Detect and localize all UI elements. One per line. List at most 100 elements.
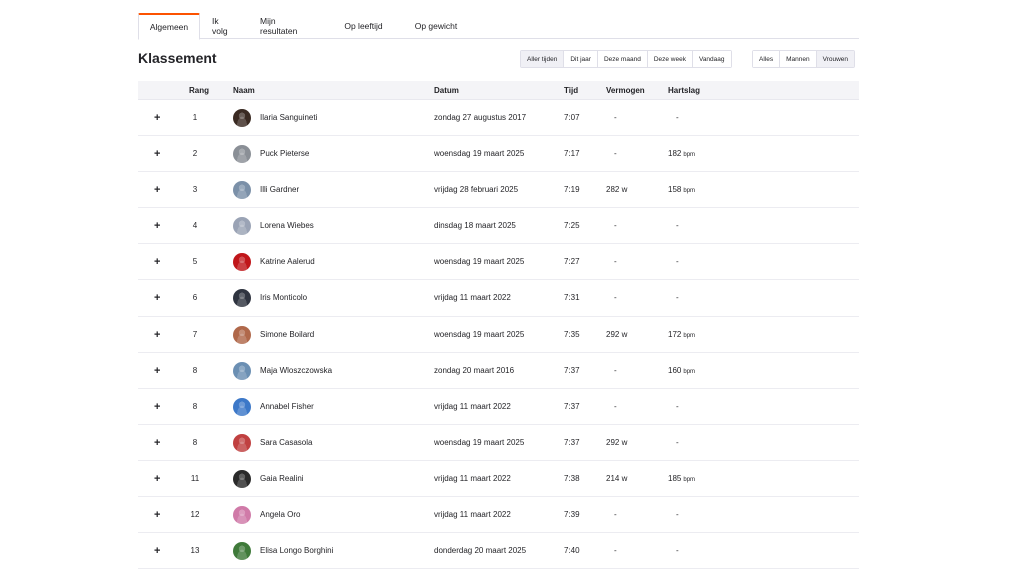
athlete-name-link[interactable]: Gaia Realini (260, 461, 304, 497)
rank-value: 12 (190, 510, 200, 520)
filter-deze-maand-button[interactable]: Deze maand (597, 51, 648, 67)
avatar[interactable] (233, 433, 251, 452)
date-value[interactable]: vrijdag 11 maart 2022 (434, 461, 511, 497)
gender-filter-group: Alles Mannen Vrouwen (752, 50, 856, 68)
time-value: 7:19 (564, 185, 580, 195)
date-value[interactable]: vrijdag 11 maart 2022 (434, 497, 511, 533)
athlete-name-link[interactable]: Angela Oro (260, 497, 300, 533)
heartrate-value: 185 bpm (668, 461, 695, 497)
filter-dit-jaar-button[interactable]: Dit jaar (564, 51, 598, 67)
table-row: +4 Lorena Wiebes dinsdag 18 maart 2025 7:25… (138, 208, 859, 245)
tab-algemeen[interactable]: Algemeen (138, 13, 200, 40)
expand-row-button[interactable]: + (154, 280, 162, 316)
date-value[interactable]: woensdag 19 maart 2025 (434, 425, 524, 461)
table-row: +5 Katrine Aalerud woensdag 19 maart 2025 7… (138, 244, 859, 281)
expand-row-button[interactable]: + (154, 497, 162, 533)
date-value[interactable]: vrijdag 11 maart 2022 (434, 389, 511, 425)
table-row: +8 Sara Casasola woensdag 19 maart 2025 7:3… (138, 425, 859, 461)
athlete-name-link[interactable]: Puck Pieterse (260, 136, 309, 172)
avatar[interactable] (233, 397, 251, 416)
filter-deze-week-button[interactable]: Deze week (647, 51, 693, 67)
column-header-power[interactable]: Vermogen (606, 81, 645, 100)
date-value[interactable]: woensdag 19 maart 2025 (434, 317, 524, 353)
date-value[interactable]: dinsdag 18 maart 2025 (434, 208, 516, 244)
power-value: - (614, 257, 617, 267)
athlete-name-link[interactable]: Annabel Fisher (260, 389, 314, 425)
expand-row-button[interactable]: + (154, 172, 162, 208)
avatar[interactable] (233, 542, 251, 561)
power-value: - (614, 546, 617, 556)
date-value[interactable]: woensdag 19 maart 2025 (434, 136, 524, 172)
filter-mannen-button[interactable]: Mannen (780, 51, 817, 67)
avatar[interactable] (233, 181, 251, 200)
power-value: - (614, 401, 617, 411)
column-header-rank[interactable]: Rang (189, 81, 209, 100)
expand-row-button[interactable]: + (154, 317, 162, 353)
heartrate-number: - (676, 257, 679, 267)
avatar[interactable] (233, 506, 251, 525)
expand-row-button[interactable]: + (154, 461, 162, 497)
avatar[interactable] (233, 145, 251, 164)
time-value: 7:37 (564, 401, 580, 411)
avatar[interactable] (233, 289, 251, 308)
heartrate-number: - (676, 510, 679, 520)
heartrate-number: 160 (668, 365, 682, 375)
expand-row-button[interactable]: + (154, 244, 162, 280)
time-value: 7:35 (564, 329, 580, 339)
column-header-time[interactable]: Tijd (564, 81, 578, 100)
leaderboard-header: Rang Naam Datum Tijd Vermogen Hartslag (138, 81, 859, 100)
table-row: +2 Puck Pieterse woensdag 19 maart 2025 7:1… (138, 136, 859, 173)
column-header-name[interactable]: Naam (233, 81, 255, 100)
filter-vrouwen-button[interactable]: Vrouwen (816, 51, 855, 67)
heartrate-unit: bpm (683, 332, 696, 339)
date-value[interactable]: vrijdag 28 februari 2025 (434, 172, 518, 208)
athlete-name-link[interactable]: Maja Wloszczowska (260, 353, 332, 389)
avatar[interactable] (233, 109, 251, 127)
expand-row-button[interactable]: + (154, 389, 162, 425)
athlete-name-link[interactable]: Simone Boilard (260, 317, 314, 353)
power-value: - (614, 365, 617, 375)
avatar[interactable] (233, 361, 251, 380)
athlete-name-link[interactable]: Sara Casasola (260, 425, 312, 461)
tab-op-leeftijd[interactable]: Op leeftijd (326, 13, 401, 39)
expand-row-button[interactable]: + (154, 100, 162, 136)
date-value[interactable]: vrijdag 11 maart 2022 (434, 280, 511, 316)
expand-row-button[interactable]: + (154, 208, 162, 244)
tab-ik-volg[interactable]: Ik volg (200, 13, 248, 39)
heartrate-number: - (676, 437, 679, 447)
expand-row-button[interactable]: + (154, 353, 162, 389)
filter-alles-button[interactable]: Alles (753, 51, 781, 67)
heartrate-value: - (676, 425, 681, 461)
avatar[interactable] (233, 325, 251, 344)
avatar[interactable] (233, 469, 251, 488)
athlete-name-link[interactable]: Katrine Aalerud (260, 244, 315, 280)
heartrate-value: 158 bpm (668, 172, 695, 208)
athlete-name-link[interactable]: Iris Monticolo (260, 280, 307, 316)
avatar[interactable] (233, 253, 251, 272)
column-header-date[interactable]: Datum (434, 81, 459, 100)
rank-value: 7 (192, 329, 198, 339)
tab-mijn-resultaten[interactable]: Mijn resultaten (248, 13, 326, 39)
expand-row-button[interactable]: + (154, 136, 162, 172)
date-value[interactable]: woensdag 19 maart 2025 (434, 244, 524, 280)
athlete-name-link[interactable]: Lorena Wiebes (260, 208, 314, 244)
athlete-name-link[interactable]: Illi Gardner (260, 172, 299, 208)
filter-aller-tijden-button[interactable]: Aller tijden (521, 51, 565, 67)
athlete-name-link[interactable]: Ilaria Sanguineti (260, 100, 317, 136)
rank-value: 13 (190, 546, 200, 556)
avatar[interactable] (233, 217, 251, 236)
heartrate-value: - (676, 497, 681, 533)
expand-row-button[interactable]: + (154, 533, 162, 569)
heartrate-number: 172 (668, 329, 682, 339)
column-header-heartrate[interactable]: Hartslag (668, 81, 700, 100)
filter-vandaag-button[interactable]: Vandaag (692, 51, 731, 67)
power-value: 282 w (606, 185, 628, 195)
date-value[interactable]: zondag 27 augustus 2017 (434, 100, 526, 136)
expand-row-button[interactable]: + (154, 425, 162, 461)
date-value[interactable]: donderdag 20 maart 2025 (434, 533, 526, 569)
athlete-name-link[interactable]: Elisa Longo Borghini (260, 533, 333, 569)
tab-op-gewicht[interactable]: Op gewicht (401, 13, 471, 39)
time-filter-group: Aller tijden Dit jaar Deze maand Deze we… (520, 50, 732, 68)
power-value: - (614, 149, 617, 159)
date-value[interactable]: zondag 20 maart 2016 (434, 353, 514, 389)
